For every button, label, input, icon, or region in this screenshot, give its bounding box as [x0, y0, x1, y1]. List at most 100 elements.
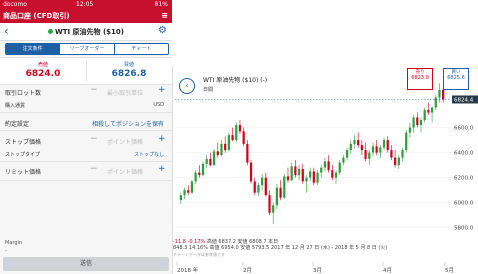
nav-bar: ‹ WTI 原油先物 ($10) ⚙	[0, 23, 172, 41]
candle	[253, 181, 256, 193]
candle	[338, 162, 341, 173]
settle-value[interactable]: 相殺してポジションを保有	[92, 119, 164, 128]
candle	[386, 140, 389, 151]
limit-minus-button[interactable]: −	[90, 164, 98, 174]
sell-quote[interactable]: 売値 6824.0	[0, 61, 86, 79]
status-bar: docomo 12:05 81%	[0, 0, 172, 9]
buy-quote[interactable]: 買値 6826.8	[86, 61, 172, 79]
instrument-title: WTI 原油先物 ($10)	[0, 27, 172, 37]
quantity-minus-button[interactable]: −	[90, 85, 98, 95]
candle	[430, 107, 434, 113]
candle	[405, 132, 408, 151]
divider	[0, 161, 172, 162]
instrument-name: WTI 原油先物 ($10)	[55, 28, 124, 36]
candle	[331, 170, 334, 178]
x-tick-label: 4月	[383, 267, 392, 274]
order-tabs: 注文条件 リーブオーダー チャート	[5, 43, 169, 55]
limit-price-input[interactable]: ポイント価格	[100, 167, 150, 176]
quote-panel: 売値 6824.0 買値 6826.8	[0, 57, 172, 85]
stop-plus-button[interactable]: +	[158, 134, 166, 144]
buy-label: 買値	[123, 62, 134, 68]
candle	[408, 127, 412, 133]
quantity-label: 取引ロット数	[5, 90, 42, 97]
candle	[368, 152, 371, 159]
chart-sell-box[interactable]: 売り 6823.0	[407, 68, 433, 90]
sell-label: 売値	[37, 62, 48, 68]
candle	[209, 158, 212, 166]
candle	[312, 171, 315, 183]
settle-label: 約定設定	[5, 121, 30, 128]
candle	[349, 143, 352, 151]
currency-value: USD	[153, 102, 164, 108]
candle	[179, 195, 182, 201]
candle	[212, 151, 216, 166]
gear-icon[interactable]: ⚙	[158, 25, 167, 36]
candle	[283, 176, 286, 198]
candle	[357, 140, 360, 146]
candle	[183, 190, 186, 196]
candle	[231, 135, 234, 141]
x-tick-label: 5月	[445, 267, 454, 274]
candle	[242, 131, 245, 144]
candle	[301, 168, 304, 182]
currency-label: 購入通貨	[5, 103, 26, 109]
candle	[216, 151, 219, 156]
quantity-plus-button[interactable]: +	[158, 85, 166, 95]
x-tick-label: 2月	[243, 267, 252, 274]
stop-minus-button[interactable]: −	[90, 134, 98, 144]
candle	[390, 150, 393, 158]
chart-title: WTI 原油先物 ($10) (-)	[203, 77, 268, 84]
candle	[416, 117, 419, 126]
status-time: 12:05	[76, 1, 94, 8]
candle	[309, 171, 312, 178]
candle	[353, 140, 356, 144]
quantity-input[interactable]: 最小取引単位	[100, 88, 150, 97]
candle	[375, 146, 378, 153]
candle	[434, 97, 437, 108]
candle	[268, 195, 271, 213]
candle	[194, 172, 197, 182]
candle	[198, 172, 201, 176]
tab-leave-order[interactable]: リーブオーダー	[60, 44, 115, 54]
y-tick-label: 6200.0	[454, 176, 474, 182]
stop-price-input[interactable]: ポイント価格	[100, 137, 150, 146]
chart-buy-price: 6825.6	[447, 75, 465, 81]
candle	[290, 166, 293, 181]
margin-label: Margin	[5, 240, 23, 246]
y-tick-label: 5800.0	[454, 226, 474, 232]
candle	[294, 166, 297, 176]
send-button[interactable]: 送信	[3, 257, 169, 271]
candle	[257, 185, 260, 193]
sell-price: 6824.0	[25, 69, 61, 79]
candle	[261, 177, 264, 186]
candle	[412, 117, 415, 128]
chart-back-button[interactable]: ‹	[179, 78, 195, 94]
candle	[394, 157, 397, 166]
menu-icon[interactable]: ≡	[161, 9, 168, 23]
y-tick-label: 6400.0	[454, 151, 474, 157]
x-tick-label: 2018 年	[177, 266, 199, 274]
market-open-icon	[48, 29, 53, 34]
stop-type-select[interactable]: ストップなし	[134, 151, 164, 158]
candle	[327, 161, 330, 171]
tab-order-conditions[interactable]: 注文条件	[6, 44, 61, 54]
chart-interval[interactable]: 日間	[203, 86, 213, 93]
candle	[272, 205, 275, 213]
limit-price-label: リミット価格	[5, 169, 42, 176]
chart-buy-box[interactable]: 買い 6825.6	[443, 68, 469, 90]
chart-sell-price: 6823.0	[411, 75, 429, 81]
limit-plus-button[interactable]: +	[158, 164, 166, 174]
candle	[249, 162, 253, 182]
candle	[401, 150, 404, 158]
divider	[0, 130, 172, 131]
tab-chart[interactable]: チャート	[115, 44, 168, 54]
candle	[297, 168, 301, 176]
y-tick-label: 6600.0	[454, 126, 474, 132]
stop-price-label: ストップ価格	[5, 139, 42, 146]
carrier-label: docomo	[3, 1, 27, 8]
candle	[379, 147, 382, 153]
candle	[334, 172, 338, 178]
candle	[320, 167, 323, 173]
candle	[419, 120, 423, 126]
x-tick-label: 3月	[313, 267, 322, 274]
